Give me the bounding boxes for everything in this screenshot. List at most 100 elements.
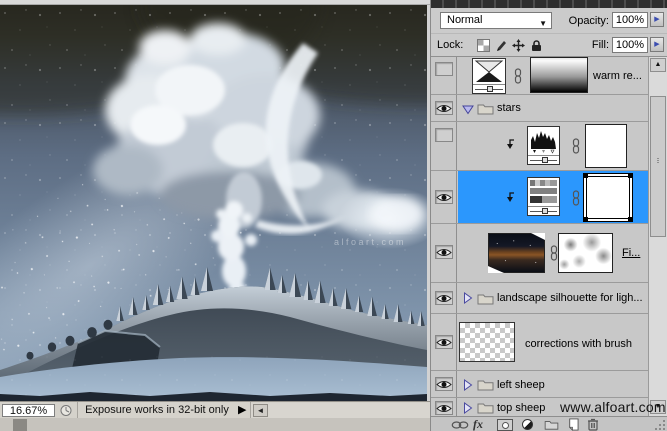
adjustment-thumbnail-channel[interactable] [527, 177, 560, 216]
site-watermark: www.alfoart.com [560, 399, 666, 415]
winter-scene-artwork: alfoart.com [0, 0, 667, 425]
fill-label: Fill: [591, 39, 609, 51]
layer-mask-thumbnail[interactable] [585, 124, 627, 168]
eye-icon [436, 381, 452, 388]
layer-row-corrections[interactable]: corrections with brush [431, 314, 648, 371]
cloud-mask-thumbnail[interactable] [558, 233, 613, 273]
visibility-checkbox[interactable] [435, 291, 453, 305]
opacity-label: Opacity: [568, 15, 609, 27]
blend-mode-row: Normal ▼ Opacity: 100% ▶ [431, 8, 667, 33]
delete-layer-icon[interactable] [587, 418, 599, 431]
zoom-level-field[interactable]: 16.67% [2, 404, 55, 417]
scroll-left-button[interactable]: ◄ [253, 404, 268, 417]
layer-row-fi[interactable]: Fi... [431, 224, 648, 283]
status-bar: 16.67% Exposure works in 32-bit only ▶ ◄ [0, 401, 430, 419]
group-collapsed-triangle-icon[interactable] [462, 402, 474, 414]
lock-paint-icon[interactable] [495, 39, 508, 52]
canvas-watermark: alfoart.com [334, 237, 406, 247]
add-layer-mask-icon[interactable] [497, 419, 513, 431]
levels-icon [531, 131, 556, 154]
transparent-layer-thumbnail[interactable] [459, 322, 515, 362]
visibility-cell[interactable] [431, 122, 457, 170]
document-horizontal-scrollbar[interactable]: ◄ [251, 403, 430, 419]
layer-name: corrections with brush [525, 338, 632, 350]
eye-icon [436, 105, 452, 112]
visibility-cell[interactable] [431, 171, 457, 223]
new-layer-icon[interactable] [566, 418, 579, 431]
layer-row-stars-group[interactable]: stars [431, 95, 648, 122]
eye-icon [436, 194, 452, 201]
scrollbar-thumb[interactable] [650, 96, 666, 237]
visibility-checkbox[interactable] [435, 101, 453, 115]
canvas-image[interactable]: alfoart.com [0, 0, 667, 425]
visibility-cell[interactable] [431, 224, 457, 282]
status-menu-arrow[interactable]: ▶ [238, 403, 246, 418]
opacity-slider-popup-button[interactable]: ▶ [650, 12, 664, 27]
eye-icon [436, 295, 452, 302]
panel-tab-strip[interactable] [431, 0, 667, 8]
group-expanded-triangle-icon[interactable] [462, 104, 474, 116]
layers-panel: Normal ▼ Opacity: 100% ▶ Lock: Fill: 100… [431, 0, 667, 431]
folder-icon [477, 294, 494, 305]
clipping-mask-arrow-icon [507, 139, 514, 149]
blend-mode-select[interactable]: Normal ▼ [440, 12, 552, 29]
scroll-up-button[interactable]: ▲ [650, 58, 666, 72]
visibility-cell[interactable] [431, 95, 457, 121]
layer-row-left-sheep[interactable]: left sheep [431, 371, 648, 398]
image-thumbnail-nebula[interactable] [488, 233, 545, 273]
visibility-cell[interactable] [431, 57, 457, 94]
layers-list: warm re... stars Fi... landscape silhoue… [431, 56, 667, 416]
opacity-value-field[interactable]: 100% [612, 12, 648, 28]
group-name: landscape silhouette for ligh... [497, 292, 643, 304]
layer-row-selected-adjustment[interactable] [431, 171, 648, 224]
adjustment-thumbnail-levels[interactable] [527, 126, 560, 165]
status-message: Exposure works in 32-bit only [85, 404, 229, 416]
status-info-icon [60, 405, 72, 416]
exposure-icon [474, 60, 504, 82]
folder-icon [477, 104, 494, 115]
lock-all-icon[interactable] [530, 39, 543, 52]
chevron-down-icon: ▼ [539, 19, 547, 28]
selected-mask-thumbnail[interactable] [583, 173, 633, 222]
visibility-checkbox[interactable] [435, 377, 453, 391]
layer-row-landscape-group[interactable]: landscape silhouette for ligh... [431, 283, 648, 314]
folder-icon [477, 380, 494, 391]
panel-resize-grip[interactable] [655, 419, 666, 430]
fill-value-field[interactable]: 100% [612, 37, 648, 53]
visibility-checkbox[interactable] [435, 190, 453, 204]
new-adjustment-layer-icon[interactable] [522, 419, 533, 430]
visibility-cell[interactable] [431, 314, 457, 370]
photoshop-workspace: alfoart.com 16.67% Exposure works in 32-… [0, 0, 667, 431]
fill-slider-popup-button[interactable]: ▶ [650, 37, 664, 52]
link-layers-icon[interactable] [451, 421, 469, 429]
group-name: left sheep [497, 379, 545, 391]
layer-row-levels-adjustment[interactable] [431, 122, 648, 171]
visibility-checkbox[interactable] [435, 401, 453, 415]
layers-scrollbar[interactable]: ▲ ▼ [648, 57, 667, 416]
group-collapsed-triangle-icon[interactable] [462, 379, 474, 391]
gradient-mask-thumbnail[interactable] [530, 57, 588, 93]
visibility-cell[interactable] [431, 398, 457, 416]
visibility-checkbox-empty[interactable] [435, 62, 453, 76]
group-collapsed-triangle-icon[interactable] [462, 292, 474, 304]
visibility-cell[interactable] [431, 283, 457, 313]
lock-transparency-icon[interactable] [477, 39, 490, 52]
visibility-checkbox[interactable] [435, 245, 453, 259]
new-group-icon[interactable] [544, 419, 559, 430]
visibility-cell[interactable] [431, 371, 457, 397]
layer-name: warm re... [593, 70, 642, 82]
eye-icon [436, 405, 452, 412]
window-bottom-strip [0, 418, 430, 431]
link-mask-icon [572, 190, 580, 206]
link-mask-icon [514, 68, 522, 84]
layer-row-warm-re[interactable]: warm re... [431, 57, 648, 95]
group-name: stars [497, 102, 521, 114]
clipping-mask-arrow-icon [507, 192, 514, 202]
adjustment-thumbnail-exposure[interactable] [472, 58, 506, 94]
layer-name: Fi... [622, 247, 641, 259]
group-name: top sheep [497, 402, 546, 414]
visibility-checkbox[interactable] [435, 335, 453, 349]
layer-style-fx-icon[interactable]: fx [473, 418, 483, 431]
lock-position-icon[interactable] [512, 39, 525, 52]
visibility-checkbox-empty[interactable] [435, 128, 453, 142]
